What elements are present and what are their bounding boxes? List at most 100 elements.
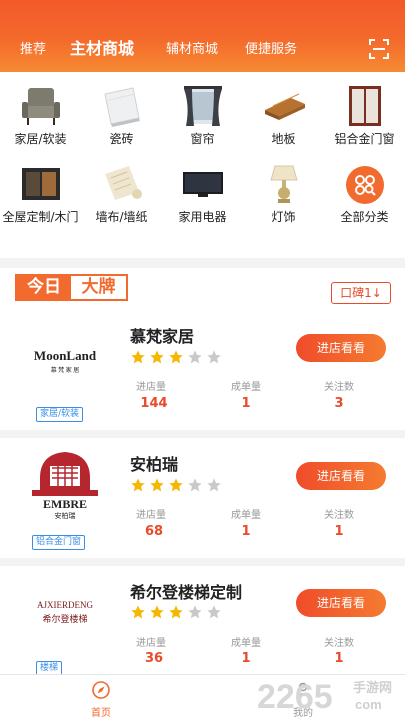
today-brands-badge: 今日 大牌 — [15, 274, 128, 301]
star-filled-icon — [131, 605, 145, 619]
star-filled-icon — [150, 605, 164, 619]
category-furniture[interactable]: 家居/软装 — [0, 78, 81, 160]
category-aluminum-windows[interactable]: 铝合金门窗 — [324, 78, 405, 160]
lamp-icon — [269, 165, 298, 203]
watermark-cn: 手游网 — [353, 680, 392, 696]
category-custom-furniture[interactable]: 全屋定制/木门 — [0, 156, 81, 238]
star-filled-icon — [169, 350, 183, 364]
stat-label-orders: 成单量 — [231, 510, 261, 521]
category-label: 铝合金门窗 — [334, 132, 395, 146]
tab-convenient-services[interactable]: 便捷服务 — [245, 38, 297, 57]
category-label: 灯饰 — [271, 210, 296, 224]
tab-recommend[interactable]: 推荐 — [20, 38, 46, 57]
category-lighting[interactable]: 灯饰 — [243, 156, 324, 238]
tv-icon — [182, 172, 223, 197]
stat-follows: 3 — [334, 396, 344, 411]
star-empty-icon — [188, 605, 202, 619]
enter-store-button[interactable]: 进店看看 — [296, 462, 386, 490]
badge-today: 今日 — [17, 276, 71, 299]
enter-store-button[interactable]: 进店看看 — [296, 589, 386, 617]
stat-label-visits: 进店量 — [136, 382, 166, 393]
store-logo: MoonLand 慕 梵 家 居 — [18, 336, 112, 394]
star-filled-icon — [131, 350, 145, 364]
card-divider — [0, 430, 405, 438]
category-label: 全屋定制/木门 — [2, 210, 79, 224]
stat-visits: 144 — [140, 396, 168, 411]
all-categories-icon — [345, 166, 384, 204]
sofa-chair-icon — [21, 88, 60, 125]
curtain-icon — [183, 86, 222, 126]
logo-text-en: MoonLand — [34, 348, 97, 363]
section-divider — [0, 258, 405, 268]
star-filled-icon — [150, 350, 164, 364]
category-label: 家居/软装 — [14, 132, 67, 146]
window-frame-icon — [348, 86, 381, 126]
stat-follows: 1 — [334, 524, 344, 539]
category-grid: 家居/软装 瓷砖 窗帘 地板 铝合金门窗 全屋定制/木门 墙布/墙纸 家用电器 … — [0, 72, 405, 258]
store-name: 慕梵家居 — [130, 327, 195, 346]
store-card-xierdeng[interactable]: AJXIERDENG 希尔登楼梯 楼梯 希尔登楼梯定制 进店看看 进店量 成单量… — [0, 558, 405, 678]
category-wallpaper[interactable]: 墙布/墙纸 — [81, 156, 162, 238]
store-name: 安柏瑞 — [130, 455, 179, 474]
scan-icon[interactable] — [369, 39, 389, 59]
category-label: 窗帘 — [190, 132, 215, 146]
store-name: 希尔登楼梯定制 — [130, 583, 243, 602]
star-filled-icon — [169, 605, 183, 619]
top-tabs: 推荐 主材商城 辅材商城 便捷服务 — [0, 30, 405, 66]
category-all[interactable]: 全部分类 — [324, 156, 405, 238]
card-divider — [0, 558, 405, 566]
category-appliances[interactable]: 家用电器 — [162, 156, 243, 238]
category-label: 全部分类 — [340, 210, 389, 224]
stat-label-orders: 成单量 — [231, 638, 261, 649]
enter-store-button[interactable]: 进店看看 — [296, 334, 386, 362]
category-curtain[interactable]: 窗帘 — [162, 78, 243, 160]
category-label: 家用电器 — [178, 210, 227, 224]
rating-stars — [130, 349, 222, 367]
stat-orders: 1 — [241, 651, 251, 666]
brand-section-header: 今日 大牌 口碑1↓ — [0, 268, 405, 308]
star-empty-icon — [207, 605, 221, 619]
stat-label-follows: 关注数 — [324, 638, 354, 649]
stat-label-visits: 进店量 — [136, 510, 166, 521]
store-logo: AJXIERDENG 希尔登楼梯 — [18, 590, 112, 648]
star-filled-icon — [169, 478, 183, 492]
rating-stars — [130, 604, 222, 622]
star-filled-icon — [150, 478, 164, 492]
cabinet-icon — [21, 168, 60, 200]
logo-text-en: AJXIERDENG — [37, 600, 93, 610]
star-empty-icon — [188, 350, 202, 364]
stat-orders: 1 — [241, 524, 251, 539]
star-empty-icon — [188, 478, 202, 492]
stat-follows: 1 — [334, 651, 344, 666]
star-filled-icon — [131, 478, 145, 492]
logo-text-cn: 慕 梵 家 居 — [51, 366, 80, 374]
category-label: 瓷砖 — [109, 132, 134, 146]
stat-label-follows: 关注数 — [324, 510, 354, 521]
tile-icon — [103, 87, 140, 127]
watermark-number: 2265 — [257, 678, 333, 716]
wallpaper-icon — [104, 166, 142, 200]
stat-label-visits: 进店量 — [136, 638, 166, 649]
stat-visits: 36 — [144, 651, 164, 666]
stat-visits: 68 — [144, 524, 164, 539]
store-card-moonland[interactable]: MoonLand 慕 梵 家 居 家居/软装 慕梵家居 进店看看 进店量 成单量… — [0, 308, 405, 428]
stat-label-orders: 成单量 — [231, 382, 261, 393]
compass-icon — [92, 681, 110, 699]
sort-by-reputation-button[interactable]: 口碑1↓ — [331, 282, 391, 304]
nav-home[interactable]: 首页 — [71, 679, 131, 719]
star-empty-icon — [207, 350, 221, 364]
store-logo: EMBRE 安柏瑞 — [18, 446, 112, 520]
category-flooring[interactable]: 地板 — [243, 78, 324, 160]
site-watermark: 2265 手游网 com — [255, 668, 405, 718]
store-category-tag: 家居/软装 — [36, 407, 84, 422]
star-empty-icon — [207, 478, 221, 492]
logo-text-cn: 安柏瑞 — [55, 511, 76, 520]
store-card-embre[interactable]: EMBRE 安柏瑞 铝合金门窗 安柏瑞 进店看看 进店量 成单量 关注数 68 … — [0, 430, 405, 550]
tab-auxiliary-materials[interactable]: 辅材商城 — [166, 38, 218, 57]
badge-brands: 大牌 — [81, 277, 116, 297]
tab-main-materials[interactable]: 主材商城 — [70, 35, 134, 59]
category-tile[interactable]: 瓷砖 — [81, 78, 162, 160]
nav-label-home: 首页 — [91, 708, 111, 719]
store-category-tag: 铝合金门窗 — [32, 535, 86, 550]
header-bar: 推荐 主材商城 辅材商城 便捷服务 — [0, 0, 405, 72]
